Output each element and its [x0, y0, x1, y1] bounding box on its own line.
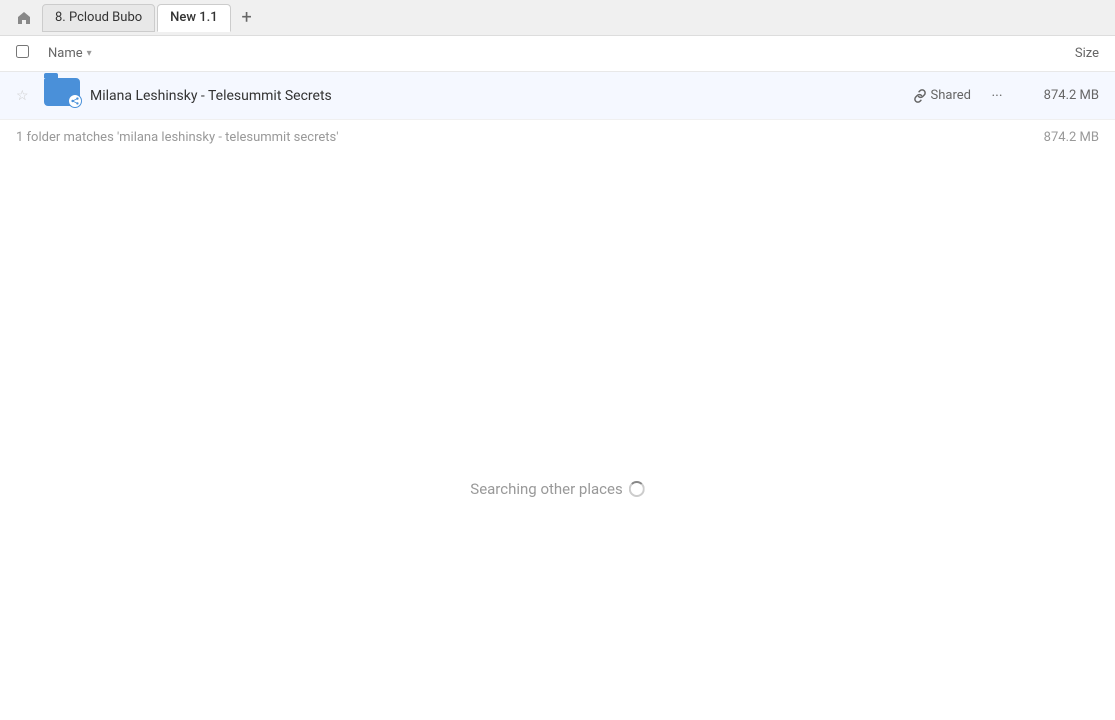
column-header: Name ▾ Size [0, 36, 1115, 72]
tab-new-1-1[interactable]: New 1.1 [157, 4, 230, 32]
file-name: Milana Leshinsky - Telesummit Secrets [90, 88, 913, 104]
new-tab-button[interactable]: + [233, 4, 261, 32]
shared-badge: Shared [913, 88, 971, 103]
folder-icon-container [44, 78, 80, 114]
tab-new-1-1-label: New 1.1 [170, 10, 217, 25]
matches-size: 874.2 MB [1044, 130, 1099, 145]
loading-spinner [629, 481, 645, 497]
more-dots-icon: ··· [992, 88, 1003, 104]
size-column-header[interactable]: Size [1019, 46, 1099, 61]
folder-icon [44, 78, 80, 106]
search-status: Searching other places [470, 480, 644, 498]
name-column-header[interactable]: Name ▾ [48, 46, 1019, 61]
home-tab[interactable] [8, 4, 40, 32]
file-size: 874.2 MB [1019, 88, 1099, 103]
star-icon: ☆ [16, 88, 29, 104]
file-row[interactable]: ☆ Milana Leshinsky - Telesummit Secrets … [0, 72, 1115, 120]
star-button[interactable]: ☆ [16, 88, 40, 104]
tab-bar: 8. Pcloud Bubo New 1.1 + [0, 0, 1115, 36]
searching-text: Searching other places [470, 480, 622, 498]
more-options-button[interactable]: ··· [983, 82, 1011, 110]
tab-pcloud-bubo[interactable]: 8. Pcloud Bubo [42, 4, 155, 32]
size-column-label: Size [1075, 46, 1099, 61]
select-all-checkbox[interactable] [16, 45, 40, 62]
status-row: 1 folder matches 'milana leshinsky - tel… [0, 120, 1115, 155]
name-sort-icon: ▾ [87, 48, 92, 59]
name-column-label: Name [48, 46, 83, 61]
new-tab-icon: + [242, 7, 252, 28]
matches-text: 1 folder matches 'milana leshinsky - tel… [16, 130, 339, 145]
share-badge-icon [68, 94, 82, 108]
tab-pcloud-bubo-label: 8. Pcloud Bubo [55, 10, 142, 25]
home-icon [16, 10, 32, 26]
shared-label: Shared [931, 88, 971, 103]
link-icon [913, 89, 927, 103]
